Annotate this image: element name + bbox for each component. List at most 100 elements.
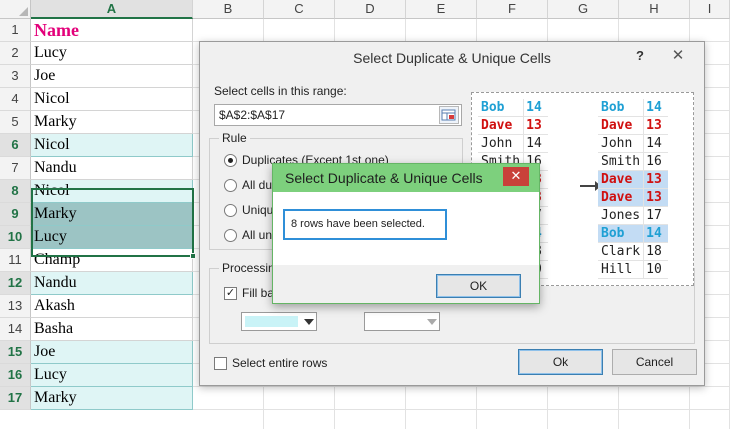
preview-name: Dave (601, 190, 633, 205)
preview-row: John 14 (478, 135, 548, 153)
preview-row: Smith 16 (598, 153, 668, 171)
column-header-b[interactable]: B (193, 0, 264, 19)
row-header[interactable]: 6 (0, 134, 31, 157)
fill-backcolor-checkbox[interactable]: ✓ (224, 287, 237, 300)
preview-row: Dave 13 (478, 117, 548, 135)
row-header[interactable]: 8 (0, 180, 31, 203)
select-entire-rows-checkbox[interactable] (214, 357, 227, 370)
arrow-right-icon (580, 181, 601, 191)
preview-name: Hill (601, 262, 633, 277)
row-gridline (193, 19, 730, 42)
duplicates-except-first-radio[interactable] (224, 154, 237, 167)
help-button[interactable]: ? (630, 45, 650, 67)
message-title: Select Duplicate & Unique Cells (285, 170, 483, 186)
column-header-d[interactable]: D (335, 0, 406, 19)
unique-only-radio[interactable] (224, 204, 237, 217)
range-label: Select cells in this range: (214, 84, 347, 98)
preview-name: Jones (601, 208, 641, 223)
row-header[interactable]: 9 (0, 203, 31, 226)
cell-a[interactable]: Basha (31, 318, 193, 341)
cell-a[interactable]: Nicol (31, 134, 193, 157)
column-header-c[interactable]: C (264, 0, 335, 19)
unique-only-label: Uniqu (242, 203, 274, 217)
preview-row: Hill 10 (598, 261, 668, 279)
row-header[interactable]: 4 (0, 88, 31, 111)
row-header[interactable]: 15 (0, 341, 31, 364)
dialog-close-button[interactable]: ✕ (661, 46, 695, 67)
column-header-e[interactable]: E (406, 0, 477, 19)
fill-handle[interactable] (190, 253, 196, 259)
ok-button[interactable]: Ok (518, 349, 603, 375)
back-color-swatch (245, 316, 298, 327)
row-header[interactable]: 2 (0, 42, 31, 65)
column-header-i[interactable]: I (690, 0, 730, 19)
preview-value: 18 (646, 244, 662, 259)
cell-a[interactable]: Lucy (31, 364, 193, 387)
preview-value: 16 (646, 154, 662, 169)
cell-a[interactable]: Name (31, 19, 193, 42)
row-header[interactable]: 10 (0, 226, 31, 249)
font-color-picker[interactable] (364, 312, 440, 331)
preview-value: 13 (646, 172, 662, 187)
range-input[interactable]: $A$2:$A$17 (214, 104, 462, 126)
chevron-down-icon (427, 319, 437, 325)
all-unique-radio[interactable] (224, 229, 237, 242)
cell-a[interactable]: Marky (31, 111, 193, 134)
preview-name: Bob (481, 100, 505, 115)
cell-a[interactable]: Nandu (31, 157, 193, 180)
all-duplicates-radio[interactable] (224, 179, 237, 192)
row-gridline (193, 387, 730, 410)
preview-value: 14 (526, 136, 542, 151)
message-body: 8 rows have been selected. (273, 192, 539, 265)
preview-name: John (481, 136, 513, 151)
cancel-button[interactable]: Cancel (612, 349, 697, 375)
cell-a[interactable]: Nicol (31, 88, 193, 111)
range-select-icon[interactable] (439, 106, 459, 124)
message-close-button[interactable]: ✕ (503, 167, 529, 186)
font-color-swatch (368, 316, 421, 327)
row-header[interactable]: 14 (0, 318, 31, 341)
cell-a[interactable]: Joe (31, 341, 193, 364)
row-header[interactable]: 7 (0, 157, 31, 180)
row-header[interactable]: 1 (0, 19, 31, 42)
preview-value: 14 (526, 100, 542, 115)
row-header[interactable]: 13 (0, 295, 31, 318)
preview-name: Bob (601, 100, 625, 115)
row-header[interactable]: 5 (0, 111, 31, 134)
preview-value: 14 (646, 136, 662, 151)
message-ok-button[interactable]: OK (436, 274, 521, 298)
column-header-g[interactable]: G (548, 0, 619, 19)
preview-value: 14 (646, 100, 662, 115)
preview-name: Dave (481, 118, 513, 133)
preview-name: Dave (601, 118, 633, 133)
cell-a[interactable]: Marky (31, 387, 193, 410)
column-header-a[interactable]: A (31, 0, 193, 19)
cell-a[interactable]: Joe (31, 65, 193, 88)
preview-row: Bob 14 (598, 99, 668, 117)
column-header-f[interactable]: F (477, 0, 548, 19)
row-header[interactable]: 17 (0, 387, 31, 410)
message-text: 8 rows have been selected. (283, 209, 447, 240)
preview-row: Bob 14 (478, 99, 548, 117)
preview-row: Dave 13 (598, 189, 668, 207)
cell-a[interactable]: Lucy (31, 42, 193, 65)
row-header[interactable]: 16 (0, 364, 31, 387)
column-header-h[interactable]: H (619, 0, 690, 19)
row-header[interactable]: 11 (0, 249, 31, 272)
preview-value: 17 (646, 208, 662, 223)
preview-row: Dave 13 (598, 171, 668, 189)
select-all-corner[interactable] (0, 0, 31, 19)
back-color-picker[interactable] (241, 312, 317, 331)
preview-name: Dave (601, 172, 633, 187)
selection-outline (31, 188, 194, 257)
cell-a[interactable]: Akash (31, 295, 193, 318)
preview-after-table: Bob 14 Dave 13 John 14 Smith 16 Dave 13 Dave 13 Jone… (598, 99, 668, 279)
row-header[interactable]: 12 (0, 272, 31, 295)
rule-group-label: Rule (219, 131, 250, 145)
row-header[interactable]: 3 (0, 65, 31, 88)
preview-row: John 14 (598, 135, 668, 153)
fill-backcolor-label: Fill ba (242, 286, 275, 300)
preview-name: Clark (601, 244, 641, 259)
preview-name: Smith (601, 154, 641, 169)
cell-a[interactable]: Nandu (31, 272, 193, 295)
